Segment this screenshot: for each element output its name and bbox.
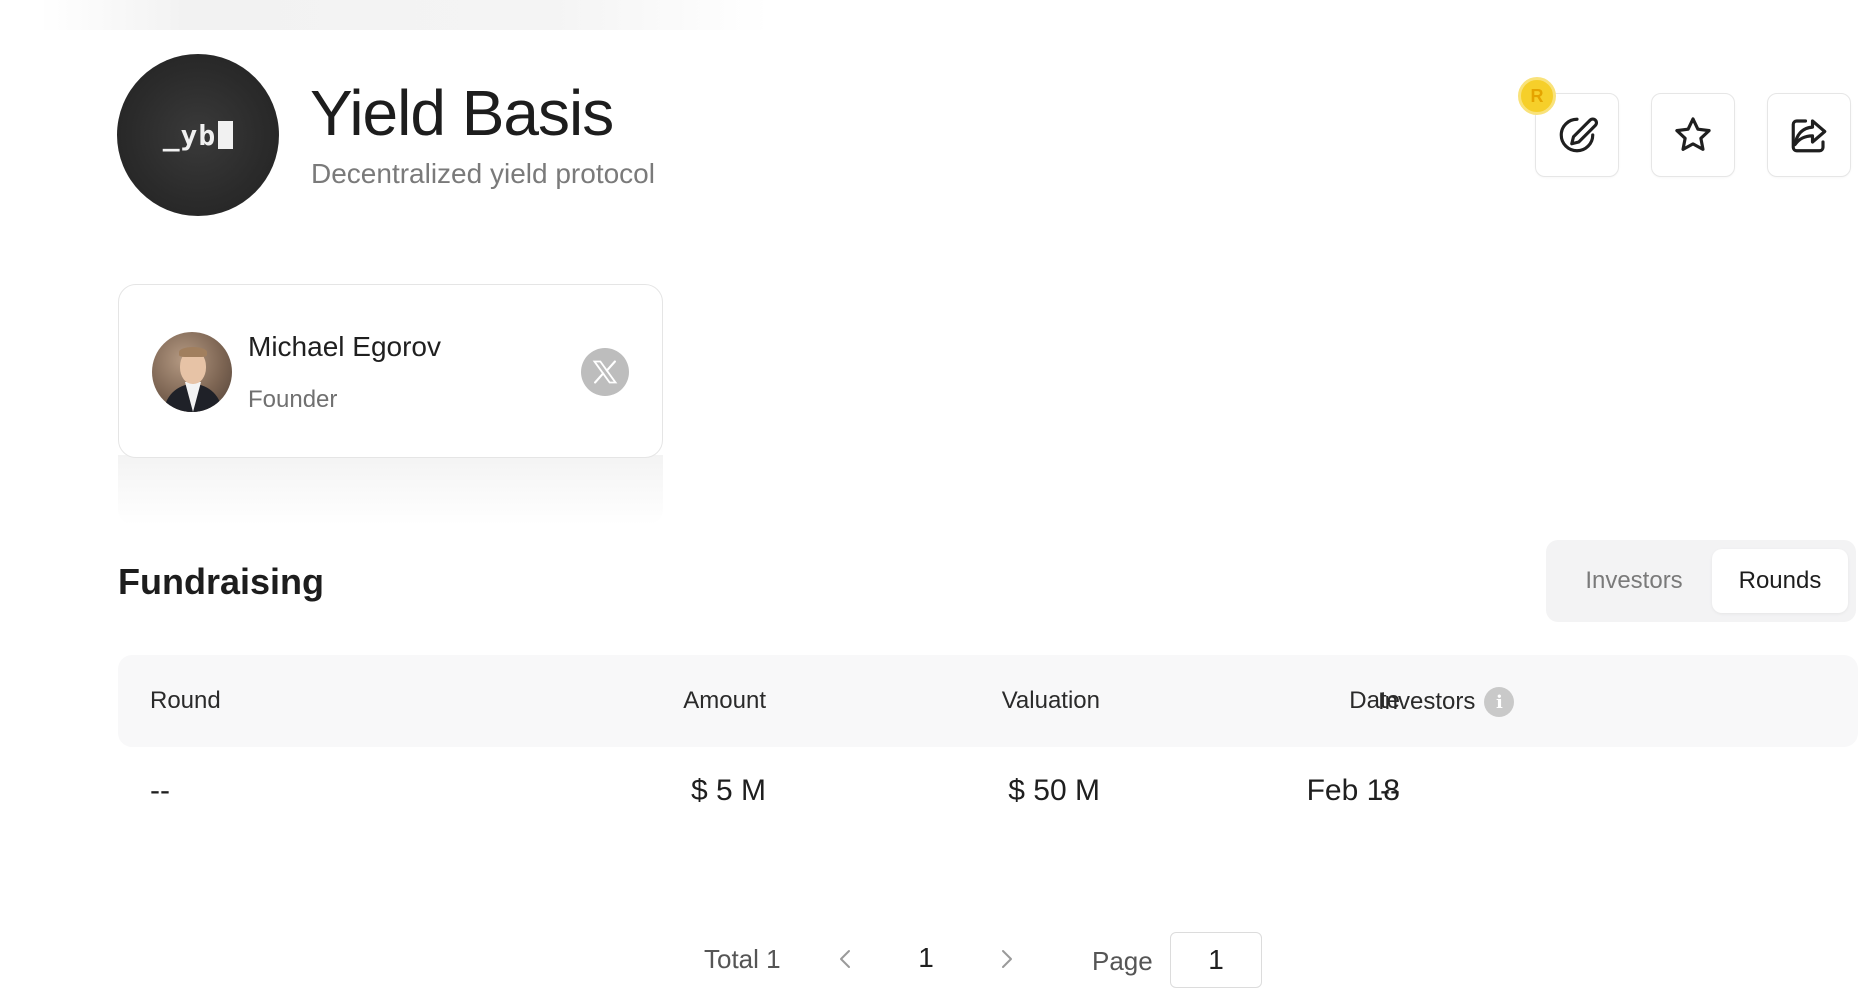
column-header-amount: Amount [683, 687, 766, 714]
fundraising-title: Fundraising [118, 561, 324, 602]
avatar-hair [179, 347, 207, 357]
founder-name: Michael Egorov [248, 331, 441, 362]
card-shadow-decoration [118, 455, 663, 525]
info-icon[interactable]: i [1484, 687, 1515, 717]
share-button[interactable] [1767, 93, 1851, 177]
pagination-total: Total 1 [704, 944, 781, 974]
pagination-current-page[interactable]: 1 [906, 942, 946, 974]
logo-cursor [218, 120, 234, 149]
column-header-date: Date [1349, 687, 1400, 714]
fundraising-view-toggle: Investors Rounds [1546, 540, 1856, 622]
cell-valuation: $ 50 M [1008, 774, 1100, 807]
founder-x-link[interactable] [581, 348, 629, 396]
cell-amount: $ 5 M [690, 774, 766, 807]
project-title: Yield Basis [310, 77, 614, 149]
logo-text: _yb [163, 119, 234, 152]
share-icon [1791, 119, 1827, 153]
x-logo-icon [592, 360, 618, 384]
table-row: -- $ 5 M $ 50 M Feb 18 -- [118, 748, 1858, 840]
chevron-left-icon [840, 950, 850, 968]
column-header-round: Round [150, 687, 221, 714]
pagination-page-input[interactable] [1170, 932, 1262, 988]
founder-card: Michael Egorov Founder [118, 284, 663, 458]
founder-avatar [152, 332, 232, 412]
pagination-next-button[interactable] [994, 944, 1020, 974]
founder-role: Founder [248, 386, 338, 413]
top-fade-decoration [40, 0, 770, 30]
favorite-button[interactable] [1651, 93, 1735, 177]
column-header-investors: Investors i [1378, 687, 1515, 717]
page: _yb Yield Basis Decentralized yield prot… [0, 0, 1870, 992]
project-subtitle: Decentralized yield protocol [311, 158, 655, 189]
cell-round: -- [150, 774, 170, 807]
reward-badge[interactable]: R [1518, 77, 1556, 115]
column-header-valuation: Valuation [1001, 687, 1100, 714]
tab-investors[interactable]: Investors [1554, 549, 1714, 613]
tab-rounds[interactable]: Rounds [1712, 549, 1848, 613]
cell-date: Feb 18 [1306, 774, 1400, 807]
star-icon [1675, 117, 1711, 151]
edit-icon [1556, 114, 1598, 153]
column-header-investors-label: Investors [1378, 688, 1476, 715]
table-header: Round Amount Valuation Date Investors i [118, 655, 1858, 747]
pagination-prev-button[interactable] [832, 944, 858, 974]
chevron-right-icon [1002, 950, 1012, 968]
project-logo: _yb [117, 54, 279, 216]
pagination-page-label: Page [1092, 946, 1153, 976]
cell-investors: -- [1380, 774, 1400, 807]
